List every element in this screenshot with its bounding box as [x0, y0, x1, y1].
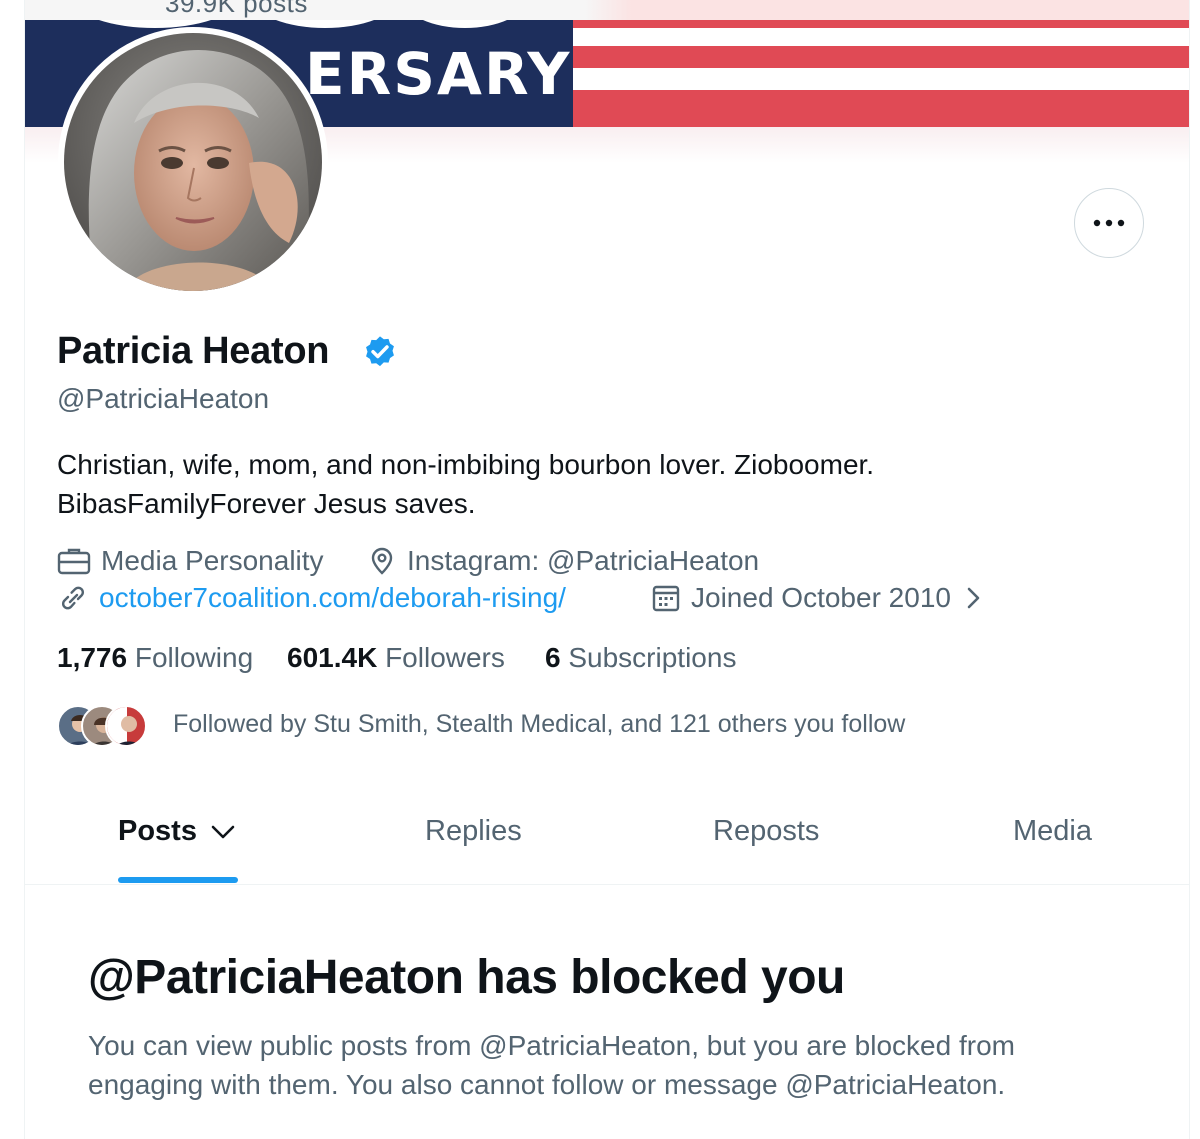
header-strip: 39.9K posts — [25, 0, 1189, 20]
link-icon — [61, 586, 85, 610]
profile-tabs: Posts Replies Reposts Media — [25, 790, 1189, 885]
location-text: Instagram: @PatriciaHeaton — [407, 545, 760, 576]
avatar-photo — [64, 33, 322, 291]
blocked-notice-message: You can view public posts from @Patricia… — [88, 1030, 1015, 1100]
verified-badge-icon[interactable] — [361, 334, 399, 372]
profile-page: 39.9K posts ERSARY Patricia Heaton @Patr… — [24, 0, 1190, 1139]
following-count: 1,776 — [57, 642, 128, 673]
more-options-button[interactable] — [1074, 188, 1144, 258]
bio-line: Christian, wife, mom, and non-imbibing b… — [57, 449, 875, 480]
profile-avatar[interactable] — [58, 27, 328, 297]
tab-replies[interactable]: Replies — [425, 815, 522, 848]
subscriptions-label: Subscriptions — [568, 642, 737, 673]
active-tab-indicator — [118, 877, 238, 883]
more-horizontal-icon — [1093, 219, 1125, 227]
tab-label: Media — [1013, 815, 1092, 847]
followed-by-text[interactable]: Followed by Stu Smith, Stealth Medical, … — [173, 710, 905, 739]
banner-ovals-graphic — [99, 20, 507, 28]
blocked-notice-title: @PatriciaHeaton has blocked you — [88, 951, 845, 1004]
tab-posts[interactable]: Posts — [118, 815, 237, 848]
briefcase-icon — [57, 548, 91, 575]
subscriptions-count: 6 — [545, 642, 561, 673]
website-item[interactable]: october7coalition.com/deborah-rising/ — [57, 582, 566, 614]
location-pin-icon — [371, 547, 393, 575]
category-text: Media Personality — [101, 545, 324, 576]
profile-bio: Christian, wife, mom, and non-imbibing b… — [57, 445, 1057, 523]
tab-reposts[interactable]: Reposts — [713, 815, 819, 848]
profile-display-name: Patricia Heaton — [57, 330, 330, 372]
banner-text: ERSARY — [305, 40, 572, 108]
chevron-down-icon[interactable] — [209, 822, 237, 842]
following-label: Following — [134, 642, 254, 673]
following-stat[interactable]: 1,776 Following — [57, 642, 253, 674]
followers-label: Followers — [385, 642, 505, 673]
followers-stat[interactable]: 601.4K Followers — [287, 642, 505, 674]
banner-flag-stripes — [573, 20, 1189, 127]
calendar-icon — [652, 585, 680, 612]
posts-count: 39.9K posts — [165, 0, 308, 18]
joined-text: Joined October 2010 — [691, 582, 951, 613]
profile-meta-row-1: Media Personality Instagram: @PatriciaHe… — [57, 545, 1057, 581]
subscriptions-stat[interactable]: 6 Subscriptions — [545, 642, 736, 674]
website-link[interactable]: october7coalition.com/deborah-rising/ — [99, 582, 566, 614]
avatar — [105, 705, 147, 747]
joined-item: Joined October 2010 — [651, 582, 995, 614]
category-item: Media Personality — [57, 545, 324, 577]
followed-by-avatars[interactable] — [57, 705, 153, 749]
tab-label: Replies — [425, 815, 522, 847]
tab-media[interactable]: Media — [1013, 815, 1092, 848]
location-item: Instagram: @PatriciaHeaton — [367, 545, 759, 577]
tab-label: Reposts — [713, 815, 820, 847]
chevron-right-icon[interactable] — [961, 583, 985, 613]
profile-handle: @PatriciaHeaton — [57, 383, 270, 414]
tab-label: Posts — [118, 815, 197, 847]
followers-count: 601.4K — [287, 642, 378, 673]
profile-meta-row-2: october7coalition.com/deborah-rising/ Jo… — [57, 582, 1157, 618]
bio-line: BibasFamilyForever Jesus saves. — [57, 488, 476, 519]
